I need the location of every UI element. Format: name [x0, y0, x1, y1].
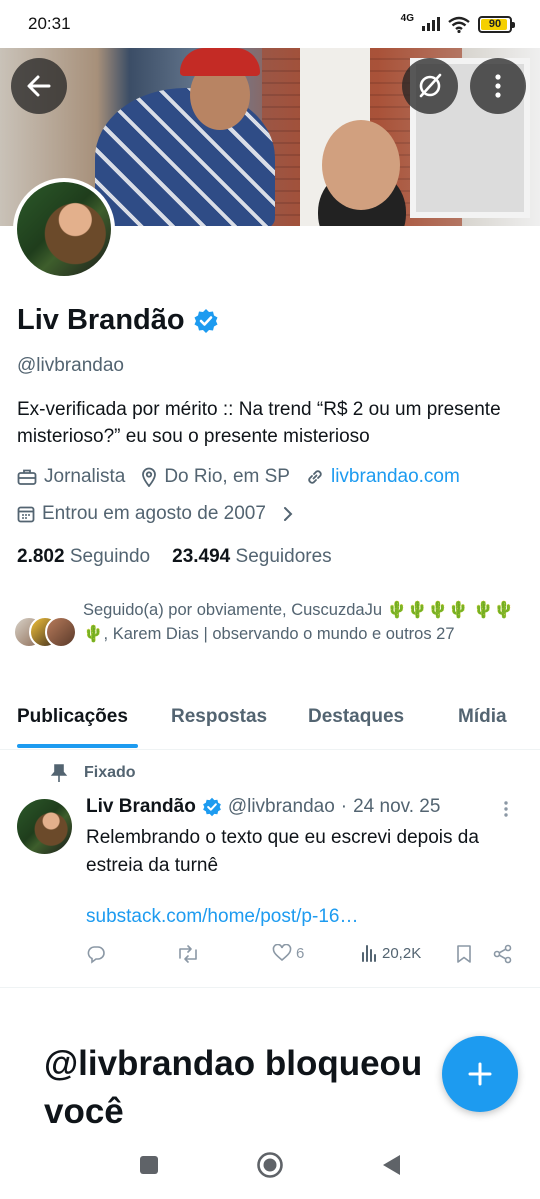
briefcase-icon	[17, 469, 37, 485]
divider	[0, 987, 540, 988]
tweet-more-button[interactable]	[503, 800, 509, 823]
arrow-left-icon	[27, 75, 51, 97]
followed-by-section[interactable]: Seguido(a) por obviamente, CuscuzdaJu 🌵🌵…	[13, 598, 528, 652]
calendar-icon	[17, 506, 35, 523]
followed-by-prefix: Seguido(a) por obviamente, CuscuzdaJu	[83, 601, 383, 619]
active-tab-indicator	[17, 744, 138, 748]
tweet-text: Relembrando o texto que eu escrevi depoi…	[86, 827, 479, 876]
followers-label: Seguidores	[235, 546, 332, 567]
link-icon	[308, 470, 322, 484]
tab-publicacoes[interactable]: Publicações	[17, 706, 128, 728]
views-chart-icon	[362, 945, 376, 962]
joined-text: Entrou em agosto de 2007	[42, 503, 266, 524]
battery-icon: 90	[478, 15, 515, 33]
more-options-button[interactable]	[470, 58, 526, 114]
profession-item: Jornalista	[17, 466, 125, 488]
following-label: Seguindo	[69, 546, 151, 567]
followed-by-text: Seguido(a) por obviamente, CuscuzdaJu 🌵🌵…	[79, 598, 528, 646]
share-button[interactable]	[493, 944, 513, 964]
tweet-actions: 6 20,2K	[86, 944, 516, 970]
pinned-label-row: Fixado	[50, 763, 136, 783]
profession-text: Jornalista	[44, 466, 126, 487]
back-button[interactable]	[11, 58, 67, 114]
tab-midia[interactable]: Mídia	[458, 706, 507, 728]
followers-count: 23.494	[172, 546, 231, 567]
mutual-avatar	[45, 616, 77, 648]
location-text: Do Rio, em SP	[164, 466, 290, 487]
tweet-date: 24 nov. 25	[353, 796, 441, 817]
followed-by-suffix: , Karem Dias | observando o mundo e outr…	[103, 625, 455, 643]
blocked-message: @livbrandao bloqueou você	[44, 1044, 423, 1131]
views-button[interactable]: 20,2K	[360, 944, 421, 962]
tweet-header: Liv Brandão @livbrandao · 24 nov. 25	[86, 796, 440, 818]
battery-level: 90	[488, 18, 502, 30]
status-icons: 4G 90	[400, 12, 515, 33]
mutual-avatars	[13, 616, 79, 652]
circle-home-icon[interactable]	[256, 1151, 284, 1179]
profile-handle: @livbrandao	[17, 355, 124, 376]
chevron-right-icon[interactable]	[282, 505, 294, 523]
tweet-link[interactable]: substack.com/home/post/p-16…	[86, 906, 358, 928]
reply-button[interactable]	[86, 944, 106, 964]
share-icon	[493, 944, 512, 964]
following-count: 2.802	[17, 546, 65, 567]
like-count: 6	[296, 944, 305, 962]
triangle-back-icon[interactable]	[380, 1153, 402, 1177]
following-link[interactable]: 2.802 Seguindo	[17, 546, 150, 568]
grok-slash-icon	[419, 73, 442, 98]
verified-badge-icon[interactable]	[193, 308, 219, 334]
plus-icon	[468, 1062, 492, 1086]
tweet-author-name[interactable]: Liv Brandão	[86, 796, 196, 818]
follow-counts: 2.802 Seguindo 23.494 Seguidores	[17, 546, 332, 568]
profile-name-row: Liv Brandão	[17, 304, 219, 337]
pin-icon	[50, 764, 68, 782]
location-pin-icon	[142, 467, 157, 487]
clock: 20:31	[28, 14, 71, 33]
joined-item: Entrou em agosto de 2007	[17, 503, 266, 525]
system-nav-bar	[0, 1130, 540, 1199]
network-type: 4G	[400, 12, 414, 24]
pinned-label: Fixado	[84, 764, 136, 781]
signal-icon	[422, 17, 440, 31]
retweet-button[interactable]	[176, 944, 200, 964]
joined-row[interactable]: Entrou em agosto de 2007	[17, 503, 294, 525]
website-item[interactable]: livbrandao.com	[306, 466, 460, 488]
bookmark-icon	[457, 945, 471, 963]
tweet-separator: ·	[340, 796, 348, 817]
reply-icon	[87, 946, 105, 964]
profile-tabs: Publicações Respostas Destaques Mídia	[0, 690, 540, 750]
verified-badge-icon	[202, 797, 221, 817]
grok-button[interactable]	[402, 58, 458, 114]
square-icon[interactable]	[138, 1154, 160, 1176]
tweet-avatar[interactable]	[17, 799, 72, 854]
wifi-icon	[448, 16, 470, 33]
profile-name: Liv Brandão	[17, 304, 185, 336]
like-button[interactable]: 6	[272, 944, 304, 962]
location-item: Do Rio, em SP	[141, 466, 290, 488]
website-link[interactable]: livbrandao.com	[331, 466, 460, 488]
profile-bio: Ex-verificada por mérito :: Na trend “R$…	[17, 399, 501, 447]
compose-button[interactable]	[442, 1036, 518, 1112]
more-vertical-icon	[495, 74, 501, 98]
retweet-icon	[179, 945, 197, 963]
profile-meta-row: Jornalista Do Rio, em SP livbrandao.com	[17, 466, 476, 488]
profile-avatar[interactable]	[13, 178, 115, 280]
tab-destaques[interactable]: Destaques	[308, 706, 404, 728]
views-count: 20,2K	[382, 944, 422, 962]
more-vertical-icon	[504, 801, 508, 817]
tab-respostas[interactable]: Respostas	[171, 706, 267, 728]
bookmark-button[interactable]	[456, 944, 472, 964]
heart-icon	[272, 944, 292, 962]
tweet-author-handle: @livbrandao	[227, 796, 335, 817]
followers-link[interactable]: 23.494 Seguidores	[172, 546, 332, 568]
status-bar: 20:31 4G 90	[0, 0, 540, 48]
